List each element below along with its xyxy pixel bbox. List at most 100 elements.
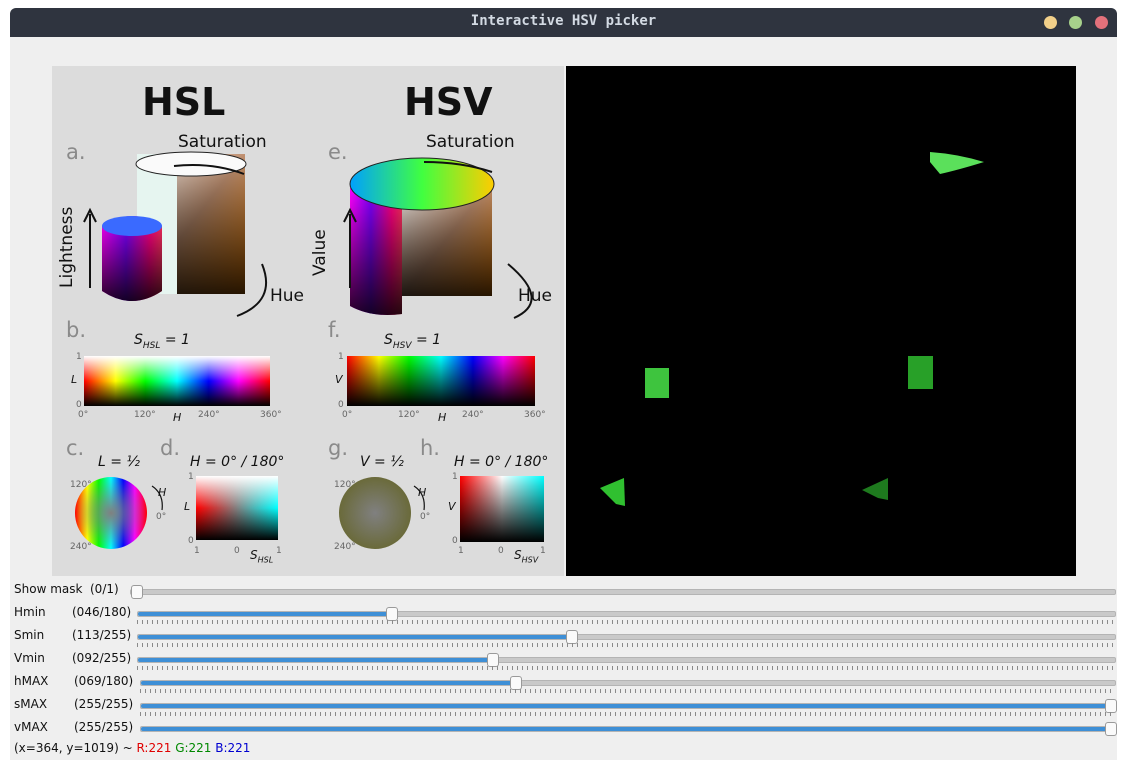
slider-label: vMAX: [14, 720, 48, 734]
slider-label: Vmin: [14, 651, 45, 665]
v-axis-label-h: V: [448, 500, 456, 513]
s-hsv-equation: SHSV = 1: [384, 332, 442, 351]
slider-fill: [138, 658, 492, 662]
slider-value: (069/180): [74, 674, 134, 688]
s-hsl-axis-label: SHSL: [250, 548, 274, 565]
slider-fill: [138, 612, 391, 616]
slider-handle[interactable]: [131, 585, 143, 599]
tick-240deg-b: 240°: [198, 410, 220, 420]
tick-0-f: 0: [338, 400, 344, 410]
h-label-c: H: [158, 486, 167, 499]
hsl-title: HSL: [142, 80, 226, 124]
minimize-button[interactable]: [1044, 16, 1057, 29]
tick-1-h-x-right: 1: [540, 546, 546, 556]
h-label-g: H: [418, 486, 427, 499]
slider-hmax: hMAX (069/180): [10, 672, 1117, 694]
tick-360deg-f: 360°: [524, 410, 546, 420]
tick-1-b: 1: [76, 352, 82, 362]
mask-blob-bottom-left: [600, 478, 625, 506]
slider-handle[interactable]: [386, 607, 398, 621]
tick-240deg-c: 240°: [70, 542, 92, 552]
slider-value: (255/255): [74, 697, 134, 711]
panel-letter-e: e.: [328, 140, 348, 164]
tick-120deg-g: 120°: [334, 480, 356, 490]
saturation-label-hsl: Saturation: [178, 132, 267, 152]
slider-track[interactable]: [137, 653, 1116, 667]
tick-0deg-g: 0°: [420, 512, 431, 522]
tick-0deg-c: 0°: [156, 512, 167, 522]
slider-track[interactable]: [140, 676, 1116, 690]
hsv-title: HSV: [404, 80, 493, 124]
slider-label: hMAX: [14, 674, 49, 688]
l-half-label: L = ½: [98, 454, 140, 470]
slider-handle[interactable]: [510, 676, 522, 690]
slider-label: Show mask: [14, 582, 83, 596]
tick-1-d: 1: [188, 472, 194, 482]
value-label: Value: [310, 229, 330, 276]
s-hsl-equation: SHSL = 1: [134, 332, 190, 351]
slider-vmax: vMAX (255/255): [10, 718, 1117, 740]
hsv-reference-image: HSL HSV a. b. c. d. e. f. g. h. Saturati…: [52, 66, 564, 576]
tick-0deg-b: 0°: [78, 410, 89, 420]
lightness-label: Lightness: [57, 206, 77, 288]
saturation-label-hsv: Saturation: [426, 132, 515, 152]
slider-value: (092/255): [72, 651, 132, 665]
green-value: G:221: [175, 741, 212, 755]
tick-240deg-g: 240°: [334, 542, 356, 552]
slider-smin: Smin (113/255): [10, 626, 1117, 648]
h-axis-label-f: H: [438, 411, 447, 424]
slider-track[interactable]: [137, 630, 1116, 644]
mask-result: [600, 152, 984, 506]
tick-0-b: 0: [76, 400, 82, 410]
maximize-button[interactable]: [1069, 16, 1082, 29]
slider-value: (046/180): [72, 605, 132, 619]
mask-blob-top: [930, 152, 984, 174]
panel-letter-b: b.: [66, 318, 87, 342]
tick-360deg-b: 360°: [260, 410, 282, 420]
slider-track[interactable]: [140, 699, 1117, 713]
hue-label-hsl: Hue: [270, 286, 305, 306]
tick-0deg-f: 0°: [342, 410, 353, 420]
slider-smax: sMAX (255/255): [10, 695, 1117, 717]
panel-letter-h: h.: [420, 436, 440, 460]
mask-blob-bottom-right: [862, 478, 888, 500]
close-button[interactable]: [1095, 16, 1108, 29]
masked-output-image: [566, 66, 1076, 576]
v-half-label: V = ½: [360, 454, 404, 470]
slider-label: Hmin: [14, 605, 46, 619]
slider-ticks: [140, 712, 1114, 716]
panel-letter-g: g.: [328, 436, 349, 460]
slider-handle[interactable]: [487, 653, 499, 667]
mask-blob-center: [908, 356, 933, 389]
slider-ticks: [137, 666, 1114, 670]
mask-blob-left: [645, 368, 669, 398]
panel-letter-c: c.: [66, 436, 85, 460]
panel-letter-d: d.: [160, 436, 181, 460]
status-bar: (x=364, y=1019) ~ R:221 G:221 B:221: [14, 741, 250, 755]
slider-fill: [138, 635, 571, 639]
v-axis-label: V: [335, 373, 343, 386]
slider-fill: [141, 727, 1110, 731]
slider-track[interactable]: [137, 607, 1116, 621]
tick-120deg-f: 120°: [398, 410, 420, 420]
tick-120deg-c: 120°: [70, 480, 92, 490]
slider-handle[interactable]: [1105, 722, 1117, 736]
tick-1-f: 1: [338, 352, 344, 362]
tick-1-h-x-left: 1: [458, 546, 464, 556]
window-title: Interactive HSV picker: [470, 13, 657, 29]
slider-handle[interactable]: [1105, 699, 1117, 713]
slider-show-mask: Show mask (0/1): [10, 580, 1117, 602]
h-axis-label-b: H: [173, 411, 182, 424]
tick-0-h: 0: [452, 536, 458, 546]
slider-track[interactable]: [140, 722, 1117, 736]
slider-ticks: [137, 620, 1114, 624]
slider-hmin: Hmin (046/180): [10, 603, 1117, 625]
h-0-180-label-h: H = 0° / 180°: [454, 454, 549, 470]
hue-label-hsv: Hue: [518, 286, 553, 306]
slider-ticks: [137, 643, 1114, 647]
slider-fill: [141, 681, 515, 685]
slider-label: Smin: [14, 628, 45, 642]
tick-240deg-f: 240°: [462, 410, 484, 420]
slider-track[interactable]: [130, 585, 1116, 599]
slider-handle[interactable]: [566, 630, 578, 644]
